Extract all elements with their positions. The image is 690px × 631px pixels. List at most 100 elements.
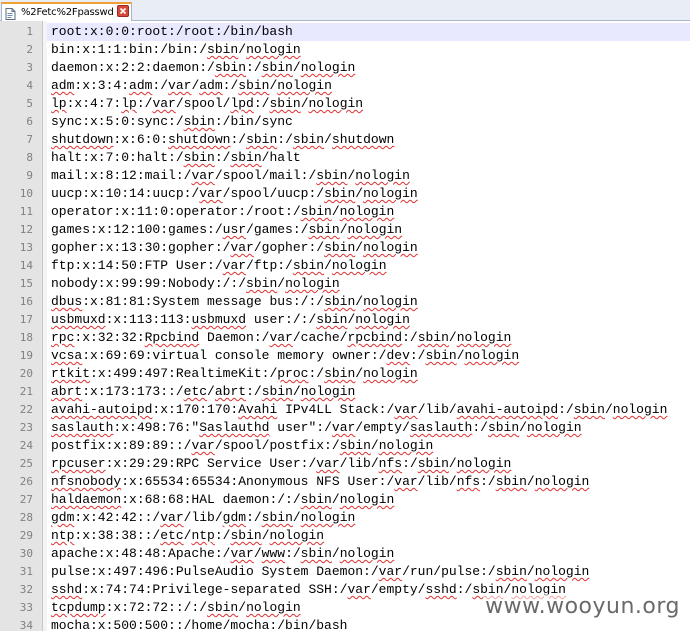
misspelled-word: saslauth [409,420,473,435]
misspelled-word: dbus [51,294,83,309]
misspelled-word: nfs [456,474,481,489]
misspelled-word: nologin [355,168,410,183]
close-icon[interactable] [117,5,129,17]
text-segment: mocha:x:500:500::/home/mocha:/bin/bash [51,618,348,631]
editor-line[interactable]: 9 mail:x:8:12:mail:/var/spool/mail:/sbin/… [0,167,690,185]
editor-line[interactable]: 10 uucp:x:10:14:uucp:/var/spool/uucp:/sbi… [0,185,690,203]
editor-line[interactable]: 25 rpcuser:x:29:29:RPC Service User:/var/… [0,455,690,473]
misspelled-word: lp [51,96,67,111]
editor-line[interactable]: 16 dbus:x:81:81:System message bus:/:/sbi… [0,293,690,311]
misspelled-word: nologin [339,492,395,507]
editor-line[interactable]: 27 haldaemon:x:68:68:HAL daemon:/:/sbin/n… [0,491,690,509]
text-segment: /lib/ [417,474,457,489]
misspelled-word: usbmuxd [191,312,247,327]
misspelled-word: ntp [51,528,75,543]
editor-line[interactable]: 20 rtkit:x:499:497:RealtimeKit:/proc:/sbi… [0,365,690,383]
editor-line[interactable]: 23 saslauth:x:498:76:"Saslauthd user":/va… [0,419,690,437]
misspelled-word: sbin [300,492,332,507]
line-number: 4 [26,79,33,92]
text-segment: :x:74:74:Privilege-separated SSH:/ [82,582,348,597]
editor-line[interactable]: 30 apache:x:48:48:Apache:/var/www:/sbin/n… [0,545,690,563]
line-number: 7 [26,133,33,146]
misspelled-word: nologin [363,294,418,309]
text-segment: halt:x:7:0:halt:/ [51,150,184,165]
editor-line[interactable]: 18 rpc:x:32:32:Rpcbind Daemon:/var/cache/… [0,329,690,347]
editor-line[interactable]: 13 gopher:x:13:30:gopher:/var/gopher:/sbi… [0,239,690,257]
line-number: 6 [26,115,33,128]
text-segment: /lib/ [417,402,457,417]
editor-line[interactable]: 26 nfsnobody:x:65534:65534:Anonymous NFS … [0,473,690,491]
editor-line[interactable]: 3 daemon:x:2:2:daemon:/sbin:/sbin/nologin [0,59,690,77]
text-segment: :/ [402,456,418,471]
text-segment: :x:42:42::/ [74,510,161,525]
line-text: root:x:0:0:root:/root:/bin/bash [51,23,293,41]
editor-line[interactable]: 17 usbmuxd:x:113:113:usbmuxd user:/:/sbin… [0,311,690,329]
editor-line[interactable]: 31 pulse:x:497:496:PulseAudio System Daem… [0,563,690,581]
editor-line[interactable]: 4 adm:x:3:4:adm:/var/adm:/sbin/nologin [0,77,690,95]
editor-line[interactable]: 7 shutdown:x:6:0:shutdown:/sbin:/sbin/shu… [0,131,690,149]
tab-passwd[interactable]: %2Fetc%2Fpasswd [1,2,132,21]
editor-line[interactable]: 22 avahi-autoipd:x:170:170:Avahi IPv4LL S… [0,401,690,419]
editor-line[interactable]: 28 gdm:x:42:42::/var/lib/gdm:/sbin/nologi… [0,509,690,527]
text-segment: :x:170:170: [152,402,239,417]
text-segment: / [526,474,535,489]
editor-line[interactable]: 5 lp:x:4:7:lp:/var/spool/lpd:/sbin/nologi… [0,95,690,113]
editor-line[interactable]: 29 ntp:x:38:38::/etc/ntp:/sbin/nologin [0,527,690,545]
text-segment: :/ [246,60,262,75]
text-segment: user:/:/ [246,312,317,327]
text-segment: :x:69:69:virtual console memory owner:/ [82,348,387,363]
misspelled-word: adm [129,78,153,93]
misspelled-word: nologin [277,78,332,93]
line-number: 28 [19,511,33,524]
misspelled-word: nologin [526,420,582,435]
editor-line[interactable]: 8 halt:x:7:0:halt:/sbin:/sbin/halt [0,149,690,167]
editor-line[interactable]: 2 bin:x:1:1:bin:/bin:/sbin/nologin [0,41,690,59]
misspelled-word: usbmuxd [51,312,106,327]
editor-line[interactable]: 34 mocha:x:500:500::/home/mocha:/bin/bash [0,617,690,631]
line-number: 2 [26,43,33,56]
line-text: rtkit:x:499:497:RealtimeKit:/proc:/sbin/… [51,365,418,383]
text-segment: :x:32:32: [74,330,145,345]
misspelled-word: adm [199,78,223,93]
text-segment: /halt [261,150,301,165]
text-segment: /spool/postfix:/ [214,438,340,453]
editor-line[interactable]: 15 nobody:x:99:99:Nobody:/:/sbin/nologin [0,275,690,293]
text-segment: :x:113:113: [105,312,192,327]
line-number: 18 [19,331,33,344]
editor-line[interactable]: 14 ftp:x:14:50:FTP User:/var/ftp:/sbin/no… [0,257,690,275]
misspelled-word: nologin [246,600,301,615]
misspelled-word: var [222,258,247,273]
text-editor[interactable]: 1 root:x:0:0:root:/root:/bin/bash 2 bin:x:1… [0,21,690,631]
text-segment: / [277,276,286,291]
editor-line[interactable]: 24 postfix:x:89:89::/var/spool/postfix:/s… [0,437,690,455]
editor-window: %2Fetc%2Fpasswd 1 root:x:0:0:root:/root:/… [0,0,690,631]
text-segment: / [339,222,348,237]
misspelled-word: nologin [246,42,301,57]
line-number: 3 [26,61,33,74]
misspelled-word: proc [277,366,309,381]
editor-line[interactable]: 12 games:x:12:100:games:/usr/games:/sbin/… [0,221,690,239]
tab-title: %2Fetc%2Fpasswd [21,7,114,18]
line-text: apache:x:48:48:Apache:/var/www:/sbin/nol… [51,545,394,563]
misspelled-word: var [199,186,223,201]
editor-line[interactable]: 11 operator:x:11:0:operator:/root:/sbin/n… [0,203,690,221]
line-text: abrt:x:173:173::/etc/abrt:/sbin/nologin [51,383,355,401]
text-segment: mail:x:8:12:mail:/ [51,168,192,183]
misspelled-word: shutdown [51,132,114,147]
text-segment: / [370,438,379,453]
line-number: 1 [26,25,33,38]
text-segment: /spool/mail:/ [214,168,317,183]
misspelled-word: sbin [425,348,457,363]
text-segment: /cache/ [292,330,348,345]
misspelled-word: rtkit [51,366,91,381]
misspelled-word: sbin [495,474,527,489]
line-number: 24 [19,439,33,452]
text-segment: / [355,186,364,201]
line-text: bin:x:1:1:bin:/bin:/sbin/nologin [51,41,301,59]
editor-line[interactable]: 1 root:x:0:0:root:/root:/bin/bash [0,23,690,41]
editor-line[interactable]: 19 vcsa:x:69:69:virtual console memory ow… [0,347,690,365]
misspelled-word: nologin [331,258,387,273]
editor-line[interactable]: 6 sync:x:5:0:sync:/sbin:/bin/sync [0,113,690,131]
editor-line[interactable]: 21 abrt:x:173:173::/etc/abrt:/sbin/nologi… [0,383,690,401]
line-text: tcpdump:x:72:72::/:/sbin/nologin [51,599,301,617]
